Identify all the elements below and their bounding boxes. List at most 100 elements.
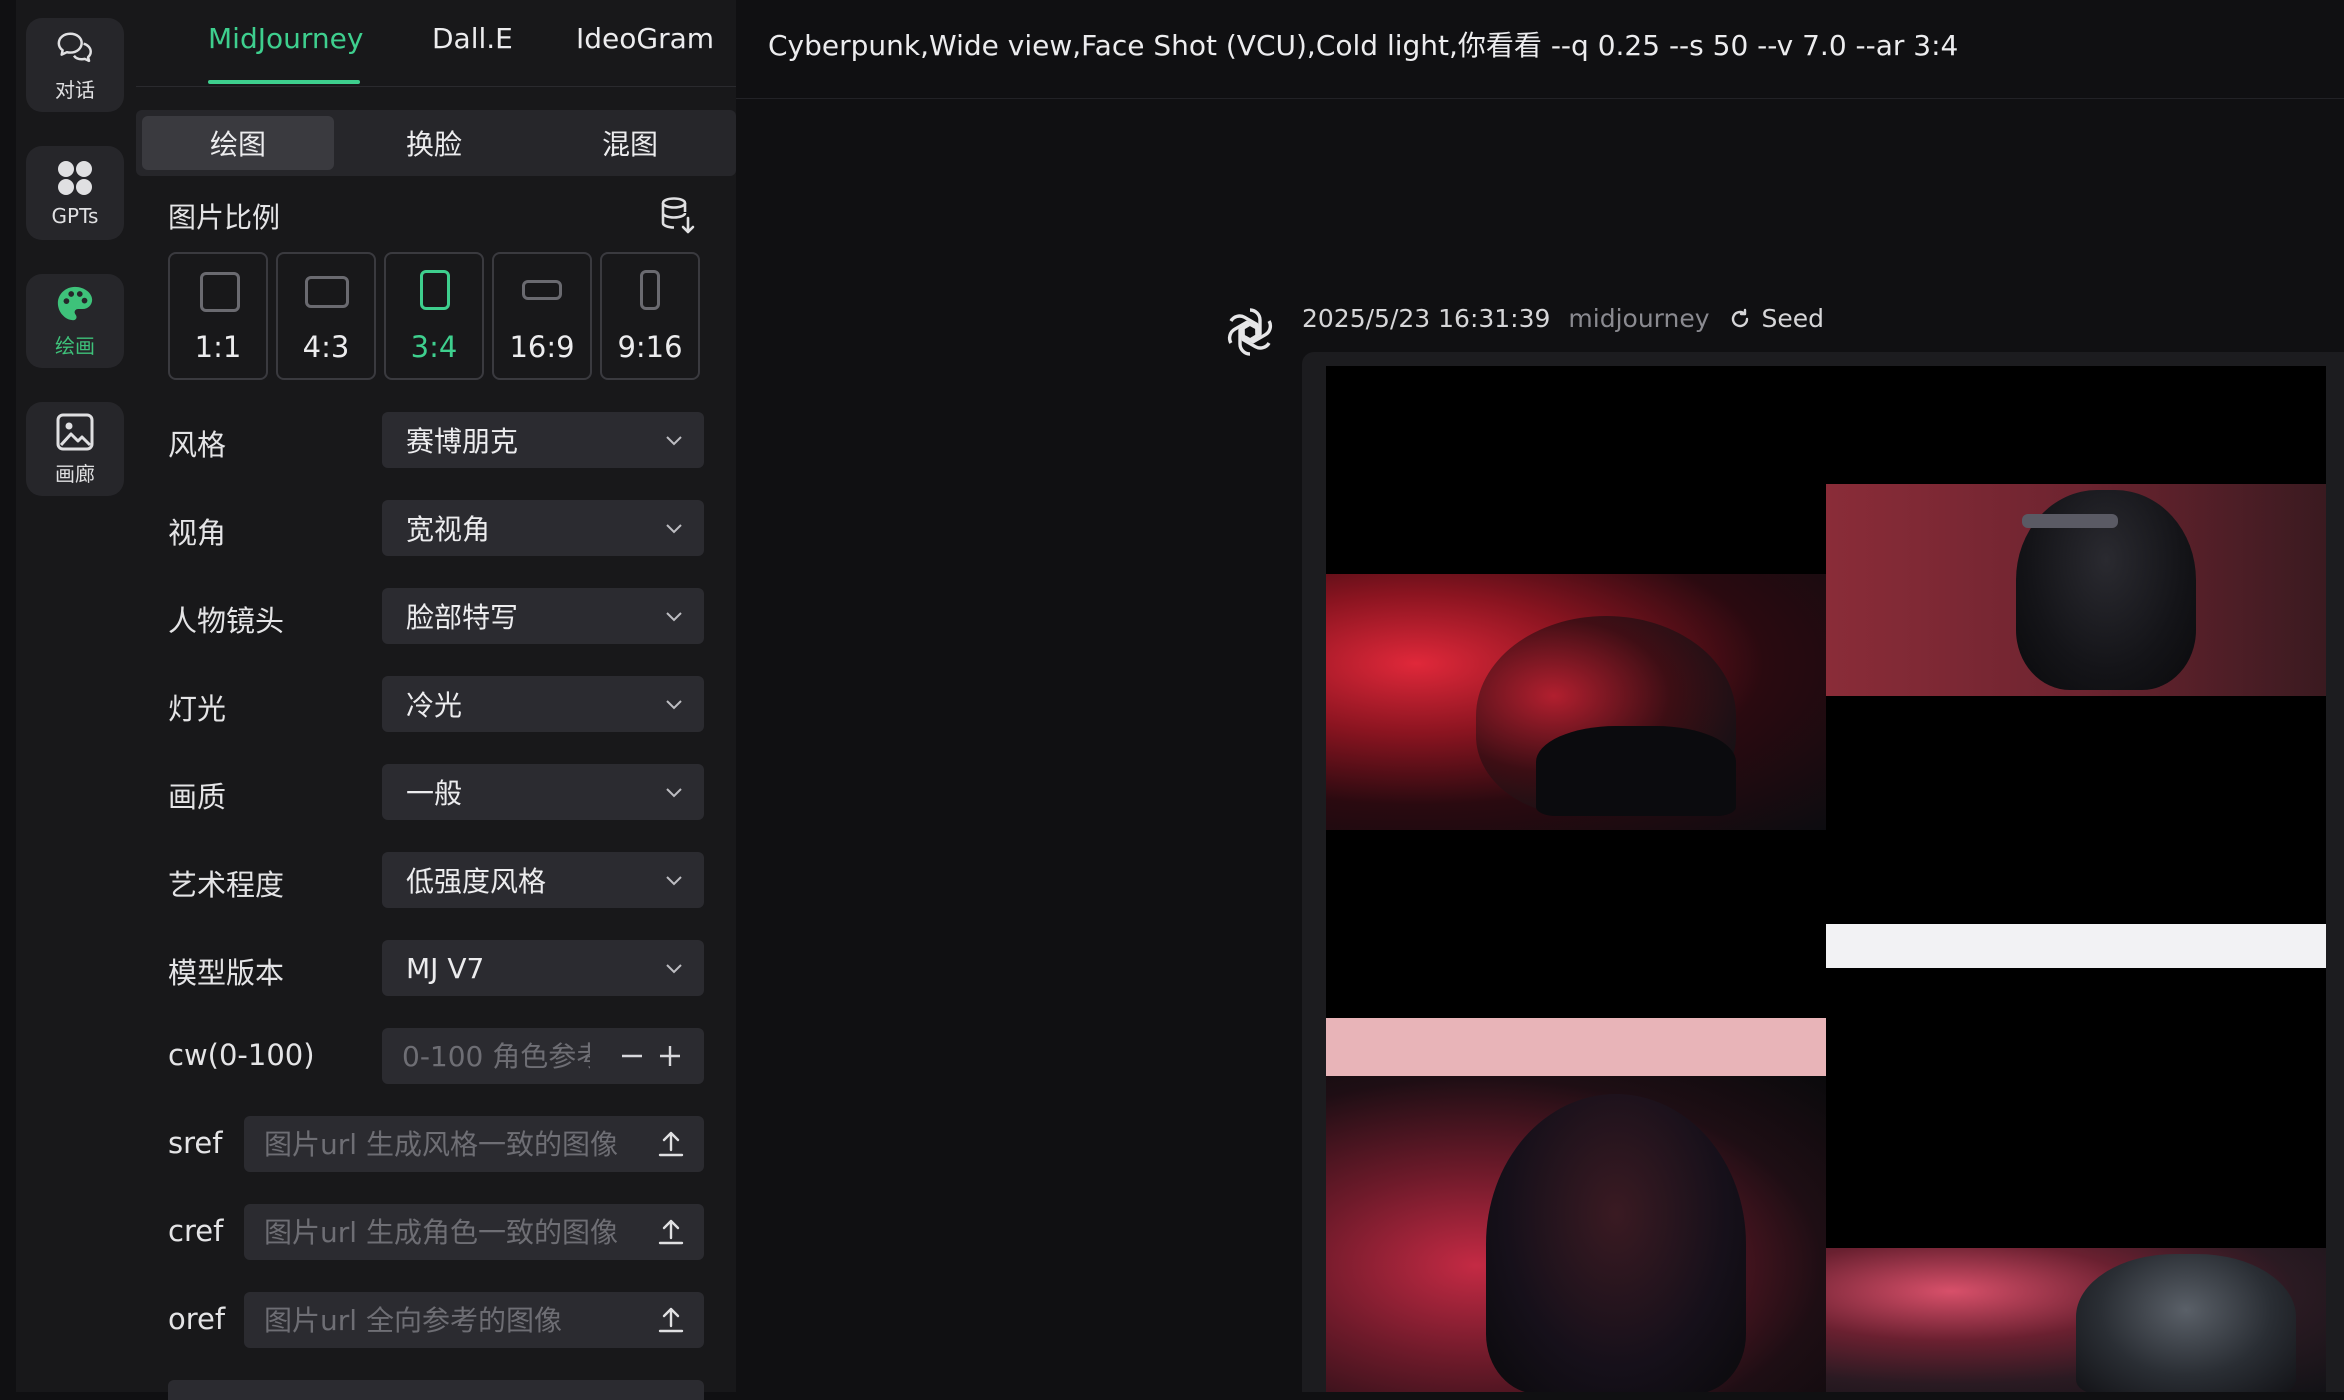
shot-value: 脸部特写 (406, 601, 519, 634)
quality-select[interactable]: 一般 (382, 764, 704, 820)
rail-item-label: 绘画 (55, 333, 95, 358)
rail-item-label: 画廊 (55, 461, 95, 486)
seed-label: Seed (1761, 304, 1825, 333)
chevron-down-icon (666, 788, 682, 798)
ratio-option-3-4[interactable]: 3:4 (384, 252, 484, 380)
text-overlay-band (1826, 924, 2326, 968)
main-area: Cyberpunk,Wide view,Face Shot (VCU),Cold… (736, 0, 2344, 1392)
art-level-select[interactable]: 低强度风格 (382, 852, 704, 908)
generated-image-2[interactable] (1826, 366, 2326, 874)
tab-midjourney[interactable]: MidJourney (208, 22, 363, 55)
light-select[interactable]: 冷光 (382, 676, 704, 732)
chevron-down-icon (666, 876, 682, 886)
active-tab-indicator (208, 80, 360, 84)
generated-image-1[interactable] (1326, 366, 1826, 874)
view-value: 宽视角 (406, 513, 491, 546)
ratio-title: 图片比例 (168, 201, 281, 234)
ratio-option-1-1[interactable]: 1:1 (168, 252, 268, 380)
cref-input[interactable] (244, 1204, 644, 1260)
upload-icon[interactable] (656, 1304, 686, 1336)
view-label: 视角 (168, 516, 227, 550)
cw-input[interactable] (382, 1028, 592, 1084)
seed-button[interactable]: Seed (1728, 304, 1825, 333)
ratio-option-16-9[interactable]: 16:9 (492, 252, 592, 380)
upload-icon[interactable] (656, 1216, 686, 1248)
ratio-label: 16:9 (509, 330, 575, 364)
cw-stepper (382, 1028, 704, 1084)
cref-field (244, 1204, 704, 1260)
oref-input[interactable] (244, 1292, 644, 1348)
openai-icon (1220, 302, 1280, 362)
oref-field (244, 1292, 704, 1348)
sref-field (244, 1116, 704, 1172)
chevron-down-icon (666, 964, 682, 974)
refresh-icon (1731, 308, 1748, 327)
ratio-label: 3:4 (410, 330, 458, 364)
ratio-label: 9:16 (617, 330, 683, 364)
model-version-label: 模型版本 (168, 956, 285, 990)
landscape-ratio-icon (305, 276, 349, 308)
database-download-icon[interactable] (660, 196, 696, 236)
cref-label: cref (168, 1214, 224, 1248)
minus-icon[interactable] (616, 1040, 648, 1072)
palette-icon (55, 284, 95, 324)
rail-item-gallery[interactable]: 画廊 (26, 402, 124, 496)
rail-item-chat[interactable]: 对话 (26, 18, 124, 112)
ratio-label: 4:3 (302, 330, 350, 364)
light-label: 灯光 (168, 692, 227, 726)
plus-icon[interactable] (654, 1040, 686, 1072)
prompt-text: Cyberpunk,Wide view,Face Shot (VCU),Cold… (768, 29, 1959, 62)
cw-label: cw(0-100) (168, 1038, 315, 1072)
ratio-options: 1:1 4:3 3:4 16:9 9:16 (168, 252, 708, 380)
chevron-down-icon (666, 436, 682, 446)
rail-item-label: 对话 (55, 77, 95, 102)
prompt-bar: Cyberpunk,Wide view,Face Shot (VCU),Cold… (736, 0, 2344, 99)
tab-ideogram[interactable]: IdeoGram (576, 22, 714, 55)
chevron-down-icon (666, 612, 682, 622)
chat-icon (55, 28, 95, 68)
generated-image-3[interactable] (1326, 874, 1826, 1392)
portrait-ratio-icon (420, 270, 450, 310)
generated-image-4[interactable] (1826, 874, 2326, 1392)
square-ratio-icon (200, 272, 240, 312)
model-version-value: MJ V7 (406, 951, 485, 985)
model-version-select[interactable]: MJ V7 (382, 940, 704, 996)
ratio-label: 1:1 (194, 330, 242, 364)
nav-rail: 对话 GPTs 绘画 画廊 (0, 0, 136, 1392)
message-model: midjourney (1568, 304, 1710, 333)
light-value: 冷光 (406, 689, 463, 722)
ratio-option-9-16[interactable]: 9:16 (600, 252, 700, 380)
tab-blend[interactable]: 混图 (534, 116, 726, 170)
settings-panel: MidJourney Dall.E IdeoGram 绘图 换脸 混图 图片比例… (136, 0, 736, 1400)
gallery-icon (55, 412, 95, 452)
apps-icon (55, 158, 95, 198)
art-level-value: 低强度风格 (406, 865, 547, 898)
message-meta: 2025/5/23 16:31:39 midjourney Seed (1302, 304, 1824, 333)
tab-face-swap[interactable]: 换脸 (338, 116, 530, 170)
upload-icon[interactable] (656, 1128, 686, 1160)
style-select[interactable]: 赛博朋克 (382, 412, 704, 468)
text-overlay-band (1326, 1018, 1826, 1076)
engine-tabs: MidJourney Dall.E IdeoGram (136, 0, 736, 87)
message-timestamp: 2025/5/23 16:31:39 (1302, 304, 1551, 333)
style-label: 风格 (168, 428, 227, 462)
rail-item-draw[interactable]: 绘画 (26, 274, 124, 368)
sref-label: sref (168, 1126, 223, 1160)
generated-image-grid[interactable] (1326, 366, 2326, 1392)
rail-item-gpts[interactable]: GPTs (26, 146, 124, 240)
sref-input[interactable] (244, 1116, 644, 1172)
tall-ratio-icon (640, 270, 660, 310)
chevron-down-icon (666, 700, 682, 710)
shot-select[interactable]: 脸部特写 (382, 588, 704, 644)
wide-ratio-icon (522, 280, 562, 300)
rail-item-label: GPTs (51, 204, 99, 228)
view-select[interactable]: 宽视角 (382, 500, 704, 556)
tab-dalle[interactable]: Dall.E (432, 22, 513, 55)
next-field-partial[interactable] (168, 1380, 704, 1400)
quality-label: 画质 (168, 780, 227, 814)
tab-draw[interactable]: 绘图 (142, 116, 334, 170)
ratio-option-4-3[interactable]: 4:3 (276, 252, 376, 380)
oref-label: oref (168, 1302, 226, 1336)
style-value: 赛博朋克 (406, 425, 519, 458)
mode-tabs: 绘图 换脸 混图 (136, 110, 736, 176)
